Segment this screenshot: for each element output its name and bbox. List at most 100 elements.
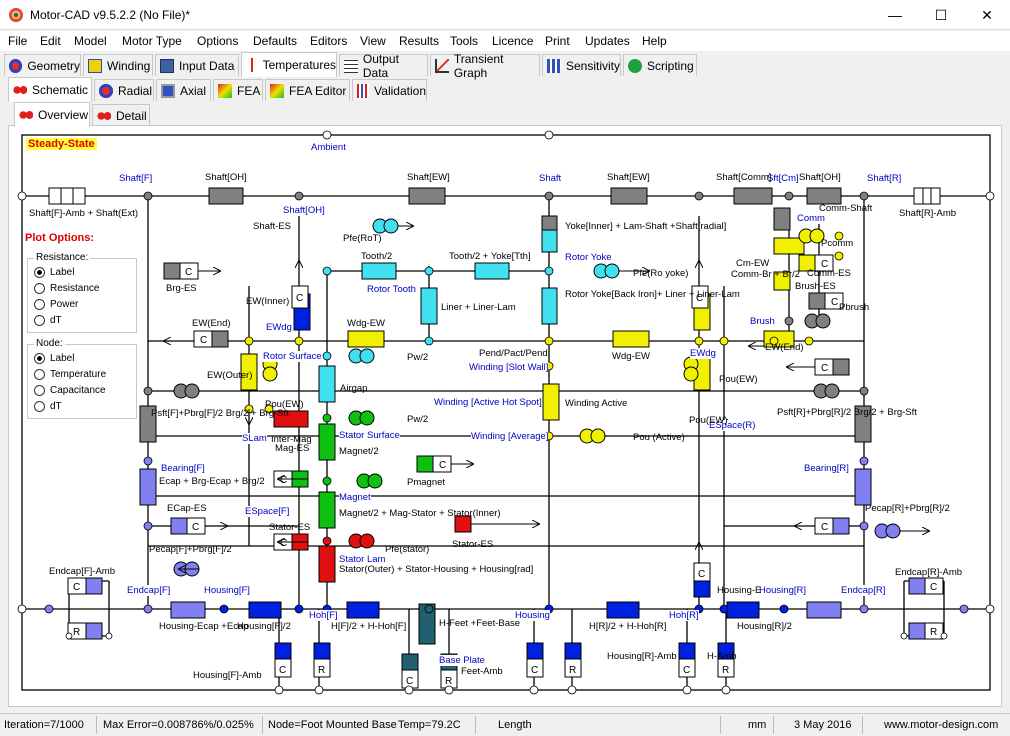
resistance-label: Housing[F]/2 (237, 621, 291, 632)
radio-resistance-dt[interactable]: dT (34, 315, 62, 326)
radio-node-dt[interactable]: dT (34, 401, 62, 412)
resistance-label: Tooth/2 (361, 251, 393, 262)
resistance-label: Shaft[OH] (799, 172, 841, 183)
tab-fea[interactable]: FEA (213, 79, 263, 101)
node-label: Shaft[R] (867, 173, 902, 184)
menu-tools[interactable]: Tools (450, 34, 478, 48)
resistance-label: Rotor Yoke[Back Iron]+ Liner + Liner-Lam (565, 289, 740, 300)
resistance-label: EW(Inner) (246, 296, 290, 307)
tab-radial[interactable]: Radial (94, 79, 154, 101)
resistance-radio-group: Resistance: Label Resistance Power dT (27, 252, 137, 333)
tab-overview[interactable]: Overview (14, 102, 90, 127)
node-label: SLam (242, 433, 267, 444)
radio-unselected-icon (34, 385, 45, 396)
node-label: Comm (797, 213, 825, 224)
status-divider (773, 716, 774, 734)
overview-icon (19, 108, 33, 122)
node-label: Sft[Cm] (767, 173, 799, 184)
minimize-button[interactable]: — (872, 0, 918, 30)
svg-text:C: C (73, 582, 80, 593)
tab-input-data[interactable]: Input Data (155, 54, 239, 76)
resistance-label: Wdg-EW (612, 351, 650, 362)
close-button[interactable]: ✕ (964, 0, 1010, 30)
radio-node-label[interactable]: Label (34, 353, 74, 364)
radio-node-capacitance[interactable]: Capacitance (34, 385, 106, 396)
resistance-label: Yoke[Inner] + Lam-Shaft +Shaft[radial] (565, 221, 727, 232)
svg-text:C: C (279, 665, 286, 676)
node-label: EWdg (266, 322, 292, 333)
tab-geometry[interactable]: Geometry (4, 54, 81, 76)
node-label: Rotor Yoke (565, 252, 612, 263)
menu-print[interactable]: Print (545, 34, 570, 48)
svg-text:C: C (280, 475, 287, 486)
tab-sensitivity[interactable]: Sensitivity (542, 54, 621, 76)
resistance-label: ECap-ES (167, 503, 207, 514)
tab-fea-editor[interactable]: FEA Editor (265, 79, 350, 101)
menu-file[interactable]: File (8, 34, 27, 48)
resistance-label: Ecap + Brg-Ecap + Brg/2 (159, 476, 265, 487)
radio-resistance-label[interactable]: Label (34, 267, 74, 278)
svg-text:C: C (683, 665, 690, 676)
tab-schematic[interactable]: Schematic (8, 77, 92, 102)
tab-winding[interactable]: Winding (83, 54, 153, 76)
status-divider (862, 716, 863, 734)
menu-motor-type[interactable]: Motor Type (122, 34, 182, 48)
maximize-button[interactable]: ☐ (918, 0, 964, 30)
tab-axial[interactable]: Axial (156, 79, 211, 101)
menu-editors[interactable]: Editors (310, 34, 347, 48)
radio-node-temperature[interactable]: Temperature (34, 369, 106, 380)
menu-view[interactable]: View (360, 34, 386, 48)
tab-detail[interactable]: Detail (92, 104, 150, 126)
svg-text:R: R (318, 665, 325, 676)
svg-text:C: C (531, 665, 538, 676)
resistance-label: Pou (Active) (633, 432, 685, 443)
radio-unselected-icon (34, 369, 45, 380)
node-label: Ambient (311, 142, 346, 153)
menu-help[interactable]: Help (642, 34, 667, 48)
menu-defaults[interactable]: Defaults (253, 34, 297, 48)
radio-unselected-icon (34, 401, 45, 412)
title-bar: Motor-CAD v9.5.2.2 (No File)* — ☐ ✕ (0, 0, 1010, 30)
tab-output-data[interactable]: Output Data (339, 52, 428, 80)
tab-scripting[interactable]: Scripting (623, 54, 697, 76)
resistance-label: Magnet/2 + Mag-Stator + Stator(Inner) (339, 508, 501, 519)
resistance-label: Housing-E (717, 585, 762, 596)
node-label: Winding [Slot Wall] (469, 362, 549, 373)
menu-updates[interactable]: Updates (585, 34, 630, 48)
node-label: Winding [Active Hot Spot] (434, 397, 542, 408)
node-status: Node=Foot Mounted Base (268, 719, 397, 731)
radial-icon (99, 83, 113, 98)
node-label: ESpace[F] (245, 506, 290, 517)
radio-resistance-power[interactable]: Power (34, 299, 78, 310)
node-label: Endcap[F] (127, 585, 171, 596)
detail-icon (97, 108, 111, 123)
svg-text:R: R (445, 676, 452, 687)
radio-selected-icon (34, 267, 45, 278)
resistance-label: Shaft[EW] (407, 172, 450, 183)
tab-transient-graph[interactable]: Transient Graph (430, 52, 540, 80)
resistance-label: Shaft[F]-Amb + Shaft(Ext) (29, 208, 139, 219)
node-label: Rotor Surface (263, 351, 322, 362)
menu-licence[interactable]: Licence (492, 34, 533, 48)
menu-options[interactable]: Options (197, 34, 238, 48)
node-label: Housing[R] (759, 585, 806, 596)
radio-resistance-resistance[interactable]: Resistance (34, 283, 99, 294)
node-label: Shaft (539, 173, 562, 184)
iteration-status: Iteration=7/1000 (4, 719, 84, 731)
max-error-status: Max Error=0.008786%/0.025% (103, 719, 254, 731)
tab-temperatures[interactable]: Temperatures (241, 52, 337, 77)
resistance-label: Pw/2 (407, 352, 429, 363)
resistance-label: Pw/2 (407, 414, 429, 425)
resistance-label: Comm-Shaft (819, 203, 873, 214)
svg-text:R: R (930, 627, 937, 638)
menu-model[interactable]: Model (74, 34, 107, 48)
view-tab-bar: Overview Detail (0, 102, 1010, 127)
status-divider (262, 716, 263, 734)
tab-validation[interactable]: Validation (352, 79, 427, 101)
node-label: Housing[F] (204, 585, 250, 596)
svg-text:C: C (200, 335, 207, 346)
menu-edit[interactable]: Edit (40, 34, 61, 48)
validation-icon (357, 83, 370, 98)
resistance-label: Airgap (340, 383, 368, 394)
menu-results[interactable]: Results (399, 34, 439, 48)
